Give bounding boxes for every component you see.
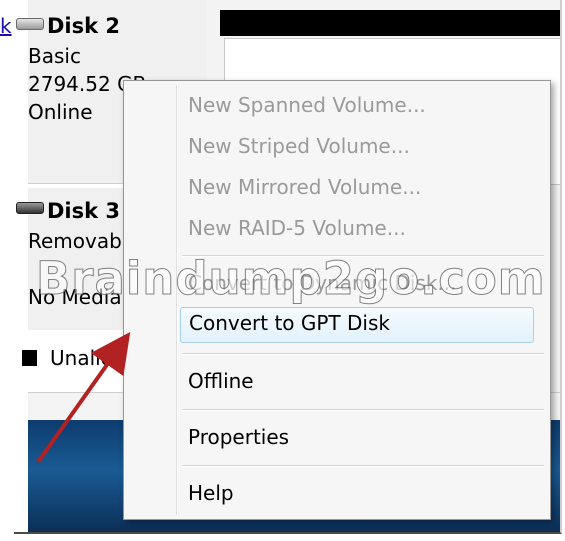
pointer-arrow-icon — [36, 331, 131, 464]
